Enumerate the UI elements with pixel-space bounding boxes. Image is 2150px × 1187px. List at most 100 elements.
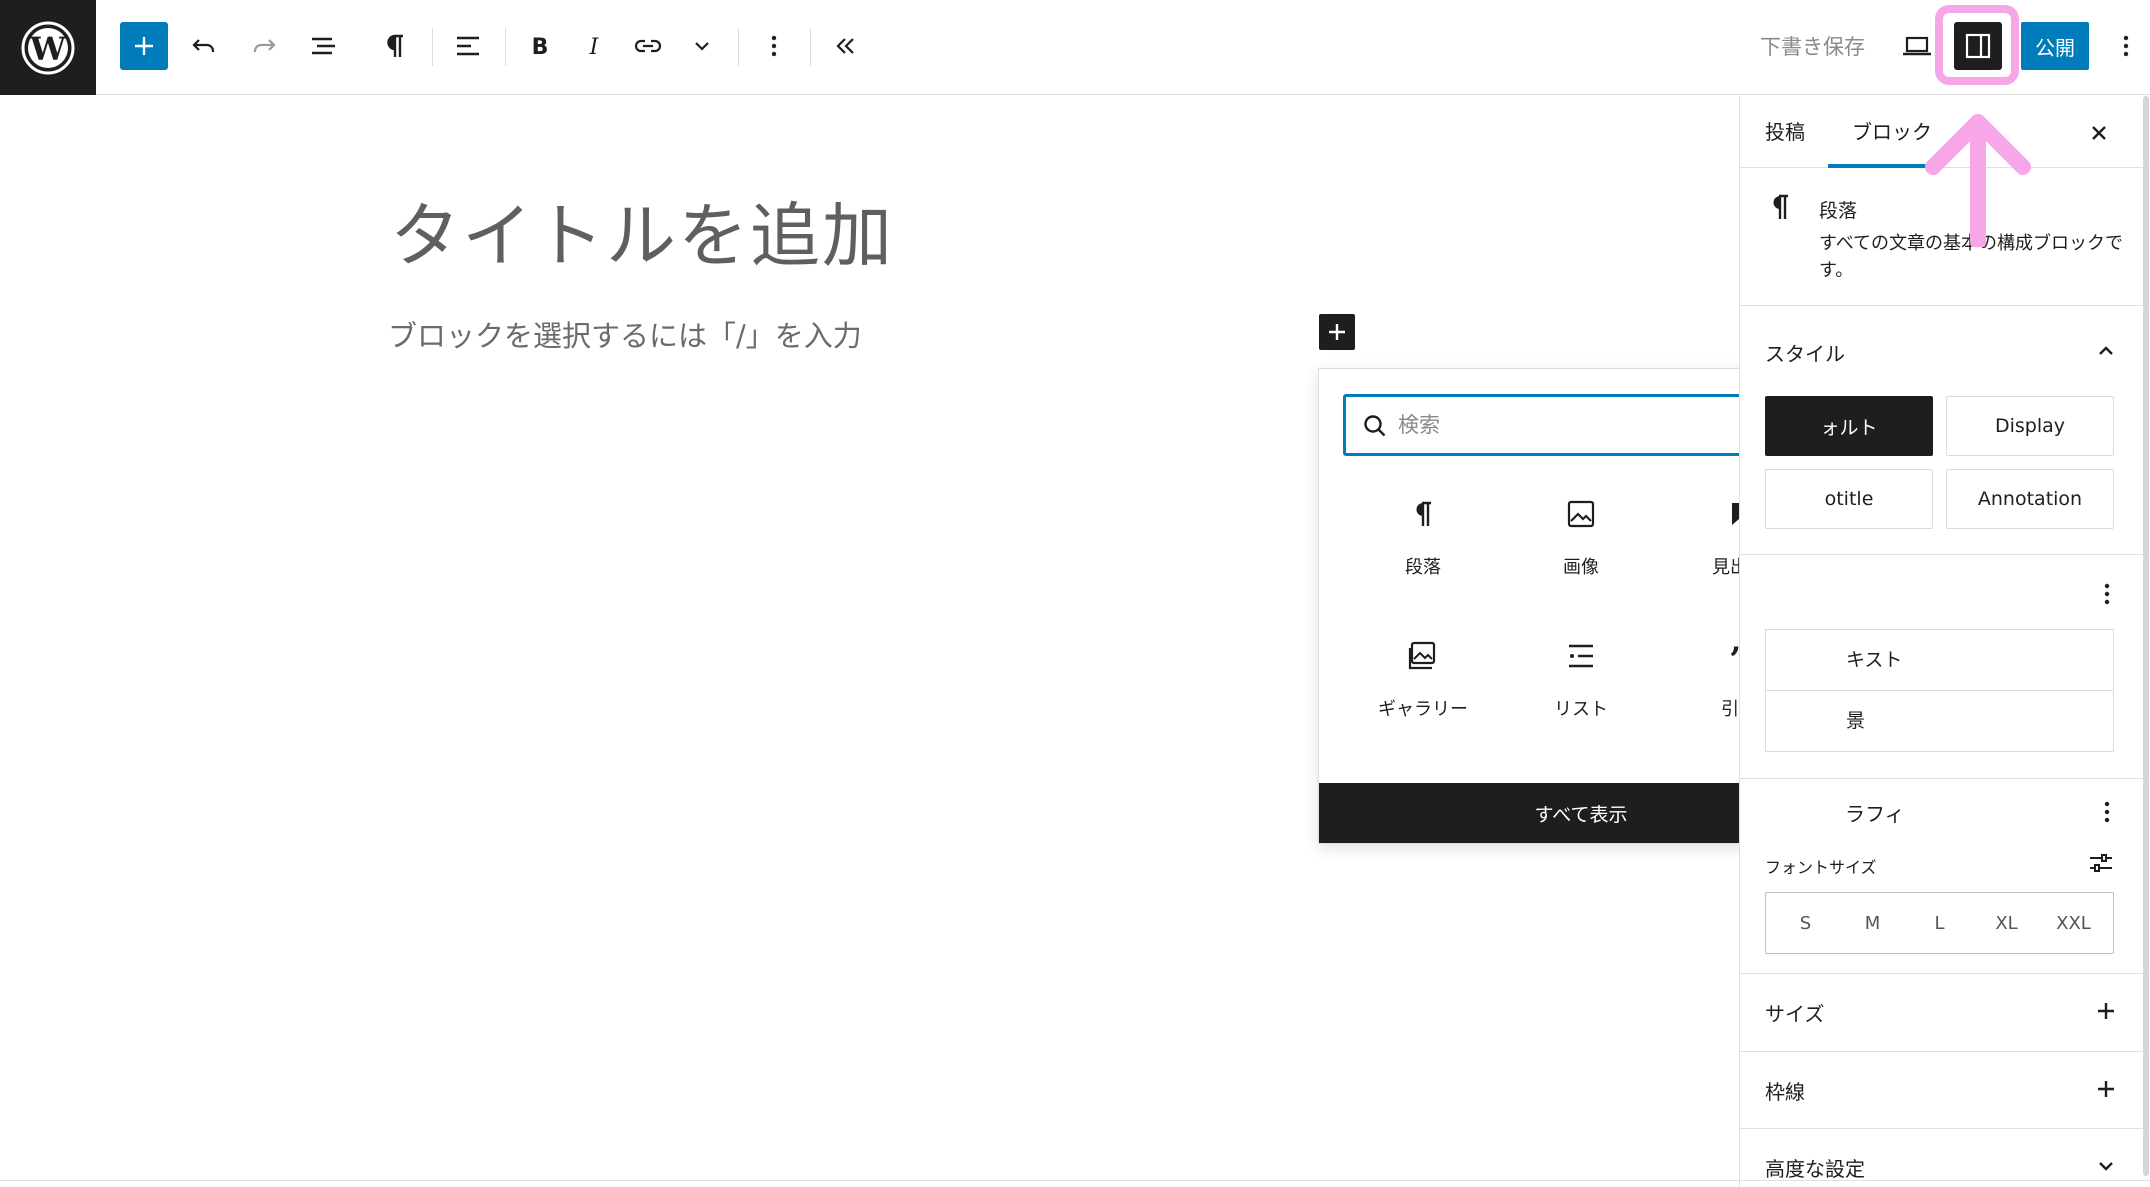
typography-panel-title: ラフィ [1845, 802, 1905, 826]
italic-icon: I [589, 35, 600, 60]
desktop-preview-icon [1903, 36, 1931, 56]
toolbar-divider [505, 28, 506, 66]
gallery-icon [1408, 641, 1436, 670]
svg-text:B: B [532, 35, 549, 60]
more-vertical-icon[interactable] [2101, 798, 2113, 826]
color-text-item[interactable]: キスト [1765, 629, 2114, 691]
collapse-toolbar-button[interactable] [821, 22, 869, 70]
svg-text:W: W [29, 30, 67, 68]
block-list[interactable]: リスト [1502, 631, 1660, 735]
block-type-button[interactable] [371, 22, 419, 70]
color-background-item[interactable]: 景 [1765, 690, 2114, 752]
save-draft-button[interactable]: 下書き保存 [1760, 30, 1865, 64]
style-annotation-button[interactable]: Annotation [1946, 469, 2114, 529]
more-vertical-icon [2123, 35, 2129, 57]
styles-panel-title: スタイル [1765, 342, 1845, 366]
plus-icon [2098, 1081, 2114, 1097]
font-size-m[interactable]: M [1843, 913, 1903, 934]
settings-sliders-icon[interactable] [2088, 852, 2114, 874]
redo-icon [253, 39, 276, 52]
more-rich-text-button[interactable] [678, 22, 726, 70]
sidebar-icon [1965, 33, 1991, 59]
preview-button[interactable] [1893, 22, 1941, 70]
chevron-up-icon [2099, 346, 2113, 355]
bottom-divider [0, 1180, 2150, 1181]
search-input[interactable] [1398, 409, 1798, 441]
sidebar-scrollbar[interactable] [2143, 96, 2149, 1176]
link-icon [634, 39, 662, 53]
tab-block[interactable]: ブロック [1852, 116, 1932, 145]
style-display-button[interactable]: Display [1946, 396, 2114, 456]
block-image[interactable]: 画像 [1502, 489, 1660, 593]
add-block-button[interactable] [120, 22, 168, 70]
typography-panel-header: ラフィ [1740, 778, 2150, 848]
font-size-picker: S M L XL XXL [1765, 892, 2114, 954]
panel-divider [1740, 554, 2150, 555]
plus-icon [135, 37, 153, 55]
block-label: 画像 [1563, 557, 1599, 578]
size-panel-header[interactable]: サイズ [1740, 976, 2150, 1046]
font-size-l[interactable]: L [1910, 913, 1970, 934]
publish-button[interactable]: 公開 [2021, 22, 2089, 70]
paragraph-icon [1773, 194, 1788, 219]
block-paragraph[interactable]: 段落 [1344, 489, 1502, 593]
advanced-panel-header[interactable]: 高度な設定 [1740, 1131, 2150, 1187]
paragraph-icon [387, 34, 403, 57]
font-size-s[interactable]: S [1776, 913, 1836, 934]
bold-button[interactable]: B [516, 22, 564, 70]
close-icon [2092, 126, 2106, 140]
undo-icon [192, 39, 215, 52]
align-left-icon [457, 36, 479, 56]
close-sidebar-button[interactable] [2084, 118, 2114, 148]
top-toolbar: W B I 下書き保存 公開 [0, 0, 2150, 95]
block-options-button[interactable] [750, 22, 798, 70]
plus-icon [2098, 1003, 2114, 1019]
align-button[interactable] [444, 22, 492, 70]
block-label: リスト [1554, 699, 1608, 720]
paragraph-icon [1416, 501, 1431, 526]
search-icon [1364, 415, 1386, 437]
style-default-button[interactable]: ォルト [1765, 396, 1933, 456]
style-subtitle-button[interactable]: otitle [1765, 469, 1933, 529]
italic-button[interactable]: I [570, 22, 618, 70]
redo-button[interactable] [240, 22, 288, 70]
toolbar-divider [810, 28, 811, 66]
inline-add-block-button[interactable] [1319, 314, 1355, 350]
size-panel-title: サイズ [1765, 1002, 1825, 1026]
font-size-xl[interactable]: XL [1977, 913, 2037, 934]
toolbar-divider [738, 28, 739, 66]
font-size-xxl[interactable]: XXL [2044, 913, 2104, 934]
panel-divider [1740, 973, 2150, 974]
panel-divider [1740, 1128, 2150, 1129]
advanced-panel-title: 高度な設定 [1765, 1157, 1865, 1181]
styles-panel-header[interactable]: スタイル [1740, 316, 2150, 386]
more-vertical-icon[interactable] [2101, 580, 2113, 608]
border-panel-header[interactable]: 枠線 [1740, 1054, 2150, 1124]
arrow-annotation-icon [1925, 114, 2031, 247]
link-button[interactable] [624, 22, 672, 70]
chevron-double-left-icon [836, 38, 854, 54]
undo-button[interactable] [180, 22, 228, 70]
document-overview-button[interactable] [300, 22, 348, 70]
settings-sidebar-toggle[interactable] [1954, 22, 2002, 70]
block-placeholder[interactable]: ブロックを選択するには「/」を入力 [388, 313, 862, 355]
more-vertical-icon [771, 35, 777, 57]
wordpress-logo-icon: W [21, 21, 75, 74]
list-view-icon [312, 37, 335, 55]
bold-icon: B [532, 35, 549, 60]
chevron-down-icon [695, 42, 709, 51]
list-icon [1569, 644, 1593, 668]
plus-icon [1329, 324, 1345, 340]
block-card-title: 段落 [1819, 200, 1858, 222]
post-title-input[interactable]: タイトルを追加 [390, 180, 894, 281]
block-label: 段落 [1405, 557, 1441, 578]
block-gallery[interactable]: ギャラリー [1344, 631, 1502, 735]
panel-divider [1740, 1051, 2150, 1052]
block-label: ギャラリー [1378, 699, 1468, 720]
settings-sidebar: 投稿 ブロック 段落 すべての文章の基本の構成ブロックです。 スタイル ォルト … [1739, 96, 2150, 1187]
wordpress-logo-button[interactable]: W [0, 0, 96, 95]
border-panel-title: 枠線 [1765, 1080, 1805, 1104]
tab-post[interactable]: 投稿 [1765, 116, 1805, 145]
chevron-down-icon [2099, 1162, 2113, 1171]
options-button[interactable] [2102, 22, 2150, 70]
